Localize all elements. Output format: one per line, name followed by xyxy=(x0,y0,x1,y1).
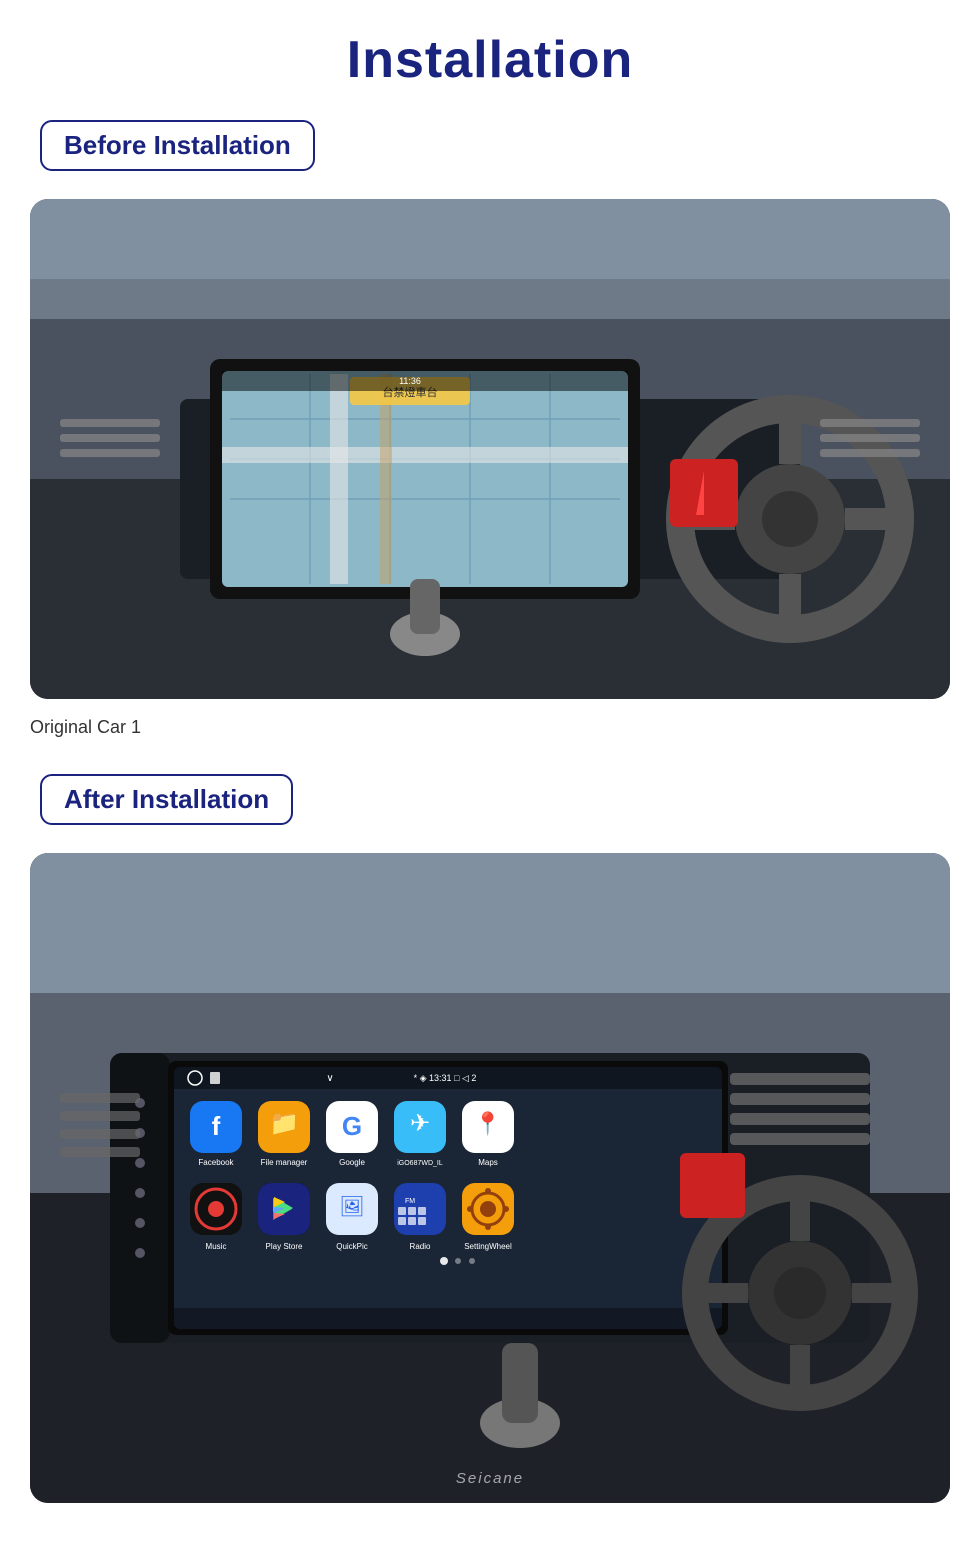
svg-text:Facebook: Facebook xyxy=(198,1158,234,1167)
page-title: Installation xyxy=(347,30,633,90)
before-car-svg: 台禁燈車台 11:36 xyxy=(30,199,950,699)
svg-text:SettingWheel: SettingWheel xyxy=(464,1242,512,1251)
svg-text:Play Store: Play Store xyxy=(266,1242,303,1251)
before-caption: Original Car 1 xyxy=(30,717,141,738)
svg-text:📁: 📁 xyxy=(269,1110,299,1137)
svg-text:Maps: Maps xyxy=(478,1158,498,1167)
svg-text:Seicane: Seicane xyxy=(456,1470,524,1487)
svg-text:G: G xyxy=(342,1111,362,1141)
svg-text:📍: 📍 xyxy=(474,1111,501,1136)
svg-text:FM: FM xyxy=(405,1198,415,1205)
svg-text:✈: ✈ xyxy=(410,1110,430,1137)
svg-text:QuickPic: QuickPic xyxy=(336,1242,368,1251)
svg-text:File manager: File manager xyxy=(261,1158,308,1167)
svg-text:Google: Google xyxy=(339,1158,365,1167)
after-car-svg: ∨ * ◈ 13:31 □ ◁ 2 f Facebook 📁 File mana… xyxy=(30,853,950,1503)
before-car-image: 台禁燈車台 11:36 xyxy=(30,199,950,699)
before-section: Before Installation xyxy=(30,120,950,774)
after-section: After Installation xyxy=(30,774,950,1521)
svg-text:11:36: 11:36 xyxy=(399,376,421,386)
svg-text:Radio: Radio xyxy=(410,1242,431,1251)
svg-text:∨: ∨ xyxy=(326,1073,333,1084)
before-installation-badge: Before Installation xyxy=(40,120,315,171)
svg-text:f: f xyxy=(212,1111,221,1141)
after-car-image: ∨ * ◈ 13:31 □ ◁ 2 f Facebook 📁 File mana… xyxy=(30,853,950,1503)
svg-text:Music: Music xyxy=(206,1242,227,1251)
after-installation-badge: After Installation xyxy=(40,774,293,825)
svg-text:* ◈ 13:31 □ ◁ 2: * ◈ 13:31 □ ◁ 2 xyxy=(414,1073,477,1083)
svg-text:🖼: 🖼 xyxy=(339,1196,364,1218)
svg-text:iGO687WD_IL: iGO687WD_IL xyxy=(397,1160,443,1167)
